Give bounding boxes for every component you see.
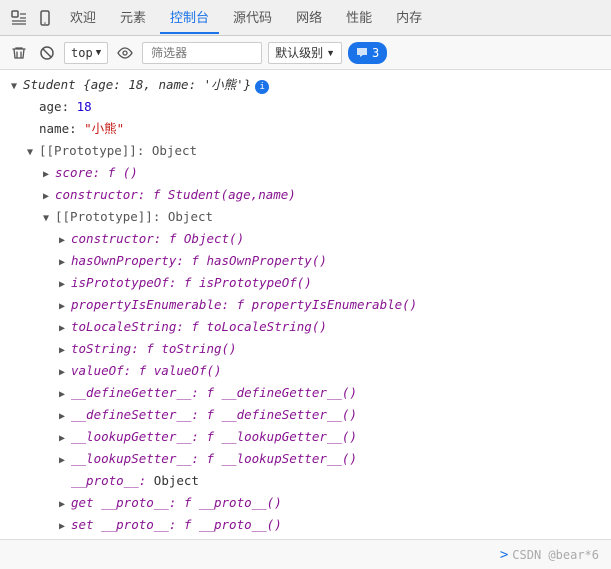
- constructor1-toggle[interactable]: [40, 191, 52, 203]
- message-count-badge[interactable]: 3: [348, 42, 387, 64]
- prompt-icon[interactable]: >: [500, 547, 508, 563]
- list-item[interactable]: __lookupSetter__: f __lookupSetter__(): [0, 448, 611, 470]
- level-chevron-icon: ▼: [326, 48, 335, 58]
- list-item[interactable]: __defineGetter__: f __defineGetter__(): [0, 382, 611, 404]
- inspect-icon[interactable]: [8, 7, 30, 29]
- level-value: 默认级别: [275, 44, 323, 61]
- prototype1[interactable]: [[Prototype]]: Object: [0, 140, 611, 162]
- list-item[interactable]: hasOwnProperty: f hasOwnProperty(): [0, 250, 611, 272]
- constructor1-prop[interactable]: constructor: f Student(age,name): [0, 184, 611, 206]
- filter-input[interactable]: [142, 42, 262, 64]
- get-proto-prop[interactable]: get __proto__: f __proto__(): [0, 492, 611, 514]
- proto1-toggle[interactable]: [24, 147, 36, 159]
- list-item[interactable]: valueOf: f valueOf(): [0, 360, 611, 382]
- block-icon[interactable]: [36, 42, 58, 64]
- list-item[interactable]: __defineSetter__: f __defineSetter__(): [0, 404, 611, 426]
- score-toggle[interactable]: [40, 169, 52, 181]
- tab-network[interactable]: 网络: [286, 1, 332, 34]
- mobile-icon[interactable]: [34, 7, 56, 29]
- list-item[interactable]: __lookupGetter__: f __lookupGetter__(): [0, 426, 611, 448]
- message-count: 3: [372, 46, 379, 60]
- tab-performance[interactable]: 性能: [336, 1, 382, 34]
- tab-memory[interactable]: 内存: [386, 1, 432, 34]
- message-icon: [356, 47, 368, 59]
- prototype2[interactable]: [[Prototype]]: Object: [0, 206, 611, 228]
- set-proto-prop[interactable]: set __proto__: f __proto__(): [0, 514, 611, 536]
- list-item[interactable]: constructor: f Object(): [0, 228, 611, 250]
- tab-sources[interactable]: 源代码: [223, 1, 282, 34]
- tab-welcome[interactable]: 欢迎: [60, 1, 106, 34]
- list-item[interactable]: propertyIsEnumerable: f propertyIsEnumer…: [0, 294, 611, 316]
- top-nav: 欢迎 元素 控制台 源代码 网络 性能 内存: [0, 0, 611, 36]
- name-prop[interactable]: name: "小熊": [0, 118, 611, 140]
- chevron-down-icon: ▼: [96, 48, 101, 58]
- context-selector[interactable]: top ▼: [64, 42, 108, 64]
- list-item[interactable]: isPrototypeOf: f isPrototypeOf(): [0, 272, 611, 294]
- list-item[interactable]: toLocaleString: f toLocaleString(): [0, 316, 611, 338]
- student-root[interactable]: Student {age: 18, name: '小熊'} i: [0, 74, 611, 96]
- console-output: Student {age: 18, name: '小熊'} i age: 18 …: [0, 70, 611, 539]
- bottom-bar: > CSDN @bear*6: [0, 539, 611, 569]
- proto-prop[interactable]: __proto__: Object: [0, 470, 611, 492]
- clear-icon[interactable]: [8, 42, 30, 64]
- score-prop[interactable]: score: f (): [0, 162, 611, 184]
- list-item[interactable]: toString: f toString(): [0, 338, 611, 360]
- context-value: top: [71, 46, 93, 60]
- level-selector[interactable]: 默认级别 ▼: [268, 42, 342, 64]
- proto2-toggle[interactable]: [40, 213, 52, 225]
- eye-icon[interactable]: [114, 42, 136, 64]
- student-toggle[interactable]: [8, 81, 20, 93]
- watermark: CSDN @bear*6: [512, 548, 599, 562]
- toolbar: top ▼ 默认级别 ▼ 3: [0, 36, 611, 70]
- tab-console[interactable]: 控制台: [160, 1, 219, 34]
- info-icon[interactable]: i: [255, 80, 269, 94]
- age-prop[interactable]: age: 18: [0, 96, 611, 118]
- tab-elements[interactable]: 元素: [110, 1, 156, 34]
